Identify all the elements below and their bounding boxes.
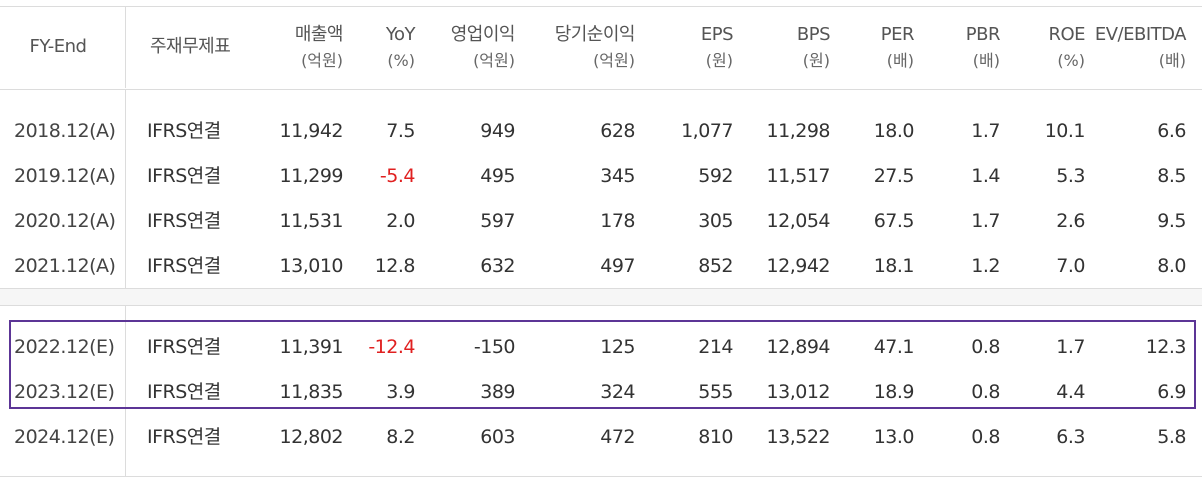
table-cell-yoy: 8.2	[386, 426, 415, 448]
table-cell-eps: 305	[698, 210, 733, 232]
table-cell-basis: IFRS연결	[147, 426, 221, 448]
table-cell-pbr: 1.7	[971, 210, 1000, 232]
header-divider	[0, 89, 1202, 90]
table-cell-per: 13.0	[873, 426, 915, 448]
column-header-sales: 매출액	[294, 24, 344, 45]
column-header-eps: EPS	[700, 24, 734, 45]
section-divider-top	[0, 288, 1202, 289]
top-border	[0, 6, 1202, 7]
column-header-operating-profit: 영업이익	[450, 24, 516, 45]
column-header-ev-ebitda: EV/EBITDA	[1094, 24, 1187, 45]
estimate-highlight-box	[9, 320, 1196, 409]
table-cell-net-income: 472	[600, 426, 635, 448]
table-cell-yoy: -5.4	[379, 165, 416, 187]
column-header-pbr: PBR	[965, 24, 1001, 45]
table-cell-basis: IFRS연결	[147, 165, 221, 187]
table-cell-fy-end: 2020.12(A)	[14, 210, 116, 232]
table-cell-pbr: 1.4	[971, 165, 1000, 187]
column-header-per: PER	[880, 24, 915, 45]
table-cell-sales: 11,531	[279, 210, 344, 232]
column-unit-sales: (억원)	[301, 51, 343, 70]
section-gap	[0, 288, 1202, 305]
fy-column-divider	[125, 6, 126, 88]
table-cell-fy-end: 2021.12(A)	[14, 255, 116, 277]
table-cell-basis: IFRS연결	[147, 120, 221, 142]
table-cell-bps: 12,942	[766, 255, 831, 277]
table-cell-per: 18.1	[873, 255, 915, 277]
table-cell-per: 67.5	[873, 210, 915, 232]
table-cell-net-income: 628	[600, 120, 635, 142]
bottom-border	[0, 476, 1202, 477]
table-cell-pbr: 1.2	[971, 255, 1000, 277]
column-unit-net-income: (억원)	[593, 51, 635, 70]
table-cell-basis: IFRS연결	[147, 255, 221, 277]
table-cell-bps: 12,054	[766, 210, 831, 232]
table-cell-per: 18.0	[873, 120, 915, 142]
table-cell-basis: IFRS연결	[147, 210, 221, 232]
column-header-net-income: 당기순이익	[554, 24, 636, 45]
table-cell-fy-end: 2018.12(A)	[14, 120, 116, 142]
table-cell-roe: 5.3	[1056, 165, 1085, 187]
column-unit-ev-ebitda: (배)	[1158, 51, 1186, 70]
section-divider-bottom	[0, 305, 1202, 306]
column-header-fy-end: FY-End	[29, 36, 87, 57]
table-cell-ev-ebitda: 5.8	[1157, 426, 1186, 448]
column-header-roe: ROE	[1048, 24, 1085, 45]
table-cell-net-income: 497	[600, 255, 635, 277]
table-cell-ev-ebitda: 8.5	[1157, 165, 1186, 187]
table-cell-roe: 7.0	[1056, 255, 1085, 277]
column-unit-bps: (원)	[802, 51, 830, 70]
table-cell-operating-profit: 597	[480, 210, 515, 232]
table-cell-yoy: 2.0	[386, 210, 415, 232]
fy-column-divider	[125, 90, 126, 288]
table-cell-roe: 2.6	[1056, 210, 1085, 232]
column-header-yoy: YoY	[385, 24, 416, 45]
table-cell-eps: 852	[698, 255, 733, 277]
table-cell-yoy: 7.5	[386, 120, 415, 142]
table-cell-roe: 6.3	[1056, 426, 1085, 448]
column-unit-roe: (%)	[1057, 51, 1085, 70]
table-cell-fy-end: 2019.12(A)	[14, 165, 116, 187]
table-cell-operating-profit: 632	[480, 255, 515, 277]
table-cell-sales: 12,802	[279, 426, 344, 448]
table-cell-fy-end: 2024.12(E)	[14, 426, 115, 448]
table-cell-yoy: 12.8	[374, 255, 416, 277]
table-cell-ev-ebitda: 8.0	[1157, 255, 1186, 277]
table-cell-bps: 13,522	[766, 426, 831, 448]
table-cell-eps: 1,077	[681, 120, 733, 142]
table-cell-operating-profit: 603	[480, 426, 515, 448]
table-cell-pbr: 1.7	[971, 120, 1000, 142]
table-cell-sales: 11,299	[279, 165, 344, 187]
table-cell-roe: 10.1	[1044, 120, 1086, 142]
table-cell-ev-ebitda: 6.6	[1157, 120, 1186, 142]
column-header-bps: BPS	[796, 24, 831, 45]
column-unit-operating-profit: (억원)	[473, 51, 515, 70]
table-cell-eps: 592	[698, 165, 733, 187]
table-cell-operating-profit: 495	[480, 165, 515, 187]
column-unit-per: (배)	[886, 51, 914, 70]
table-cell-operating-profit: 949	[480, 120, 515, 142]
table-cell-bps: 11,517	[766, 165, 831, 187]
table-cell-net-income: 345	[600, 165, 635, 187]
table-cell-sales: 13,010	[279, 255, 344, 277]
column-unit-pbr: (배)	[972, 51, 1000, 70]
table-cell-eps: 810	[698, 426, 733, 448]
table-cell-ev-ebitda: 9.5	[1157, 210, 1186, 232]
table-cell-sales: 11,942	[279, 120, 344, 142]
table-cell-per: 27.5	[873, 165, 915, 187]
column-unit-eps: (원)	[705, 51, 733, 70]
table-cell-net-income: 178	[600, 210, 635, 232]
column-header-basis: 주재무제표	[150, 36, 231, 57]
table-cell-bps: 11,298	[766, 120, 831, 142]
table-cell-pbr: 0.8	[971, 426, 1000, 448]
column-unit-yoy: (%)	[387, 51, 415, 70]
